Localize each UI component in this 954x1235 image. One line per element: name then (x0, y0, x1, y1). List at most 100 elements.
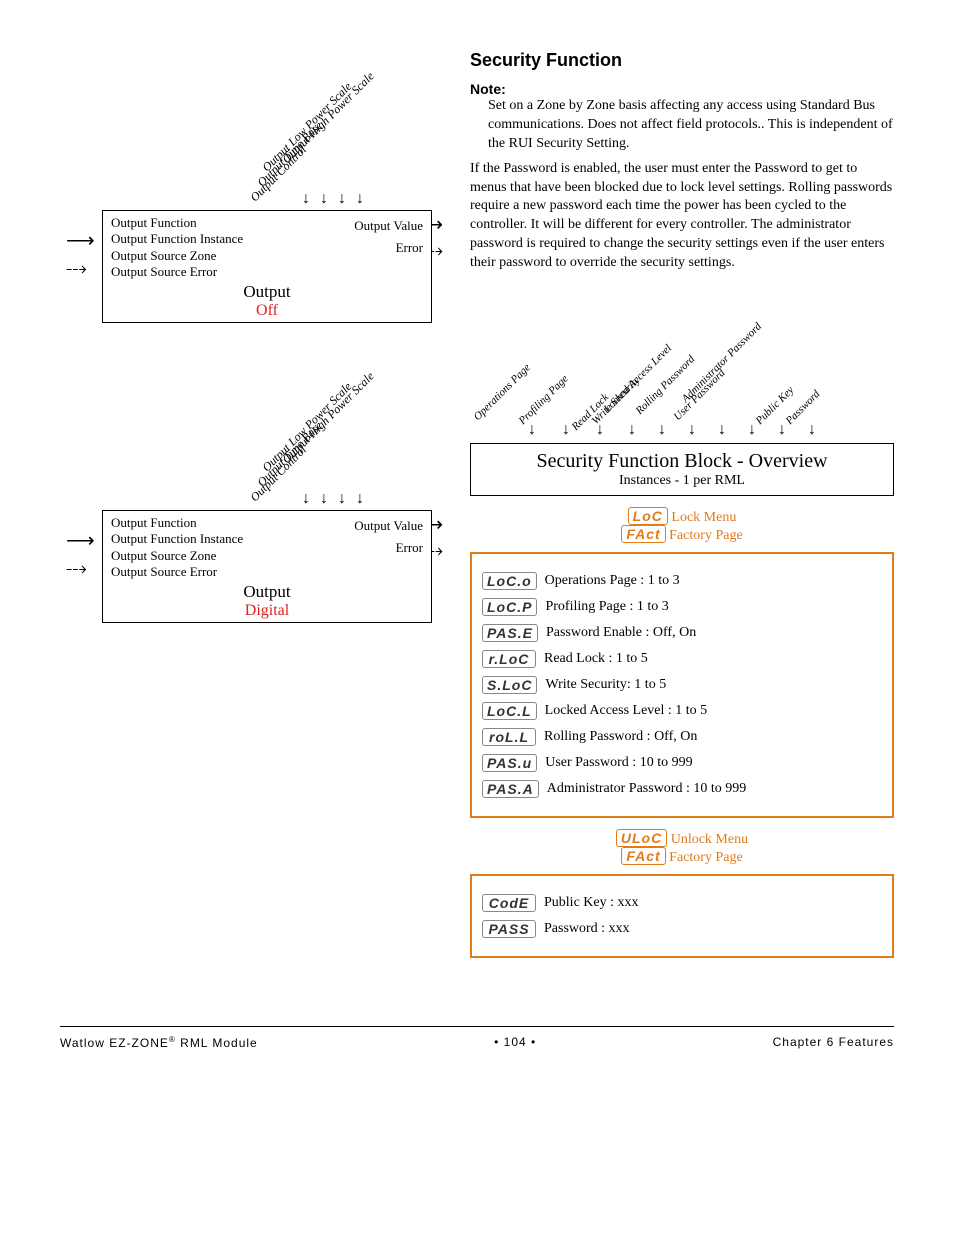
seg-display: CodE (482, 894, 536, 912)
param-label: Profiling Page : 1 to 3 (545, 599, 668, 615)
ob-item: Output Value (354, 215, 423, 237)
seg-display: FAct (621, 525, 665, 543)
arrow-right-dashed-icon: ⤏ (66, 258, 84, 281)
arrow-right-dashed-icon: ⤏ (66, 558, 84, 581)
arrow-down-icon: ↓ (338, 190, 346, 208)
page-number: 104 (504, 1035, 527, 1049)
param-label: Administrator Password : 10 to 999 (547, 781, 747, 797)
unlock-param-box: CodE Public Key : xxx PASS Password : xxx (470, 874, 894, 958)
footer-right: Chapter 6 Features (773, 1035, 894, 1050)
arrow-down-icon: ↓ (778, 421, 786, 439)
ob-sub: Off (111, 302, 423, 320)
arrow-down-icon: ↓ (302, 190, 310, 208)
ob-item: Output Value (354, 515, 423, 537)
output-block-digital: Output High Power Scale Output Low Power… (60, 360, 440, 620)
param-row: PAS.A Administrator Password : 10 to 999 (482, 780, 882, 798)
arrow-down-icon: ↓ (320, 190, 328, 208)
param-row: PASS Password : xxx (482, 920, 882, 938)
footer-left-text: Watlow EZ-ZONE (60, 1036, 169, 1050)
seg-display: LoC.o (482, 572, 537, 590)
param-row: LoC.L Locked Access Level : 1 to 5 (482, 702, 882, 720)
arrow-down-icon: ↓ (320, 490, 328, 508)
menu-label: Factory Page (669, 528, 742, 543)
arrow-down-icon: ↓ (808, 421, 816, 439)
param-label: Read Lock : 1 to 5 (544, 651, 648, 667)
param-label: User Password : 10 to 999 (545, 755, 692, 771)
arrow-down-icon: ↓ (718, 421, 726, 439)
menu-label: Unlock Menu (671, 832, 748, 847)
arrow-down-icon: ↓ (562, 421, 570, 439)
reg-mark: ® (169, 1035, 176, 1044)
param-row: LoC.P Profiling Page : 1 to 3 (482, 598, 882, 616)
ob-title: Output (111, 582, 423, 602)
param-label: Password Enable : Off, On (546, 625, 696, 641)
footer-mid: • 104 • (494, 1035, 536, 1050)
ob-item: Output Source Error (111, 564, 423, 580)
param-row: PAS.E Password Enable : Off, On (482, 624, 882, 642)
bullet: • (494, 1035, 504, 1049)
param-row: r.LoC Read Lock : 1 to 5 (482, 650, 882, 668)
arrow-down-icon: ↓ (338, 490, 346, 508)
security-block: Operations Page Profiling Page Read Lock… (470, 293, 894, 958)
arrow-down-icon: ↓ (356, 490, 364, 508)
param-label: Operations Page : 1 to 3 (545, 573, 680, 589)
lock-menu-header: LoC Lock Menu FAct Factory Page (470, 508, 894, 544)
ob-sub: Digital (111, 602, 423, 620)
arrow-right-icon: ⟶ (66, 528, 92, 553)
param-label: Password : xxx (544, 921, 630, 937)
seg-display: r.LoC (482, 650, 536, 668)
footer-left: Watlow EZ-ZONE® RML Module (60, 1035, 258, 1050)
footer-left-tail: RML Module (176, 1036, 258, 1050)
unlock-menu-header: ULoC Unlock Menu FAct Factory Page (470, 830, 894, 866)
seg-display: roL.L (482, 728, 536, 746)
arrow-down-icon: ↓ (688, 421, 696, 439)
menu-label: Factory Page (669, 850, 742, 865)
arrow-down-icon: ↓ (628, 421, 636, 439)
lock-param-box: LoC.o Operations Page : 1 to 3 LoC.P Profi… (470, 552, 894, 818)
seg-display: PAS.E (482, 624, 538, 642)
bullet: • (527, 1035, 537, 1049)
sec-box-sub: Instances - 1 per RML (481, 473, 883, 489)
ob-title: Output (111, 282, 423, 302)
seg-display: ULoC (616, 829, 667, 847)
seg-display: FAct (621, 847, 665, 865)
seg-display: LoC (628, 507, 668, 525)
param-label: Locked Access Level : 1 to 5 (545, 703, 708, 719)
param-row: PAS.u User Password : 10 to 999 (482, 754, 882, 772)
sec-label: Profiling Page (517, 373, 571, 427)
param-row: S.LoC Write Security: 1 to 5 (482, 676, 882, 694)
body-paragraph: If the Password is enabled, the user mus… (470, 160, 894, 273)
param-label: Rolling Password : Off, On (544, 729, 697, 745)
arrow-down-icon: ↓ (748, 421, 756, 439)
seg-display: LoC.P (482, 598, 537, 616)
sec-box-title: Security Function Block - Overview (481, 450, 883, 473)
output-box: Output Function Output Function Instance… (102, 210, 432, 323)
param-label: Write Security: 1 to 5 (545, 677, 666, 693)
seg-display: S.LoC (482, 676, 537, 694)
param-row: roL.L Rolling Password : Off, On (482, 728, 882, 746)
seg-display: PAS.A (482, 780, 539, 798)
page-footer: Watlow EZ-ZONE® RML Module • 104 • Chapt… (60, 1026, 894, 1050)
left-column: Output High Power Scale Output Low Power… (60, 50, 440, 966)
arrow-down-icon: ↓ (658, 421, 666, 439)
param-row: LoC.o Operations Page : 1 to 3 (482, 572, 882, 590)
ob-item: Error (354, 237, 423, 259)
output-box: Output Function Output Function Instance… (102, 510, 432, 623)
output-block-off: Output High Power Scale Output Low Power… (60, 60, 440, 320)
arrow-down-icon: ↓ (302, 490, 310, 508)
arrow-down-icon: ↓ (528, 421, 536, 439)
arrow-down-icon: ↓ (356, 190, 364, 208)
seg-display: PASS (482, 920, 536, 938)
menu-label: Lock Menu (671, 510, 736, 525)
right-column: Security Function Note: Set on a Zone by… (470, 50, 894, 966)
arrow-down-icon: ↓ (596, 421, 604, 439)
section-heading: Security Function (470, 50, 894, 71)
note-body: Set on a Zone by Zone basis affecting an… (488, 97, 894, 154)
param-label: Public Key : xxx (544, 895, 639, 911)
seg-display: LoC.L (482, 702, 537, 720)
note-label: Note: (470, 81, 894, 97)
arrow-right-icon: ⟶ (66, 228, 92, 253)
ob-item: Output Source Error (111, 264, 423, 280)
ob-item: Error (354, 537, 423, 559)
seg-display: PAS.u (482, 754, 537, 772)
